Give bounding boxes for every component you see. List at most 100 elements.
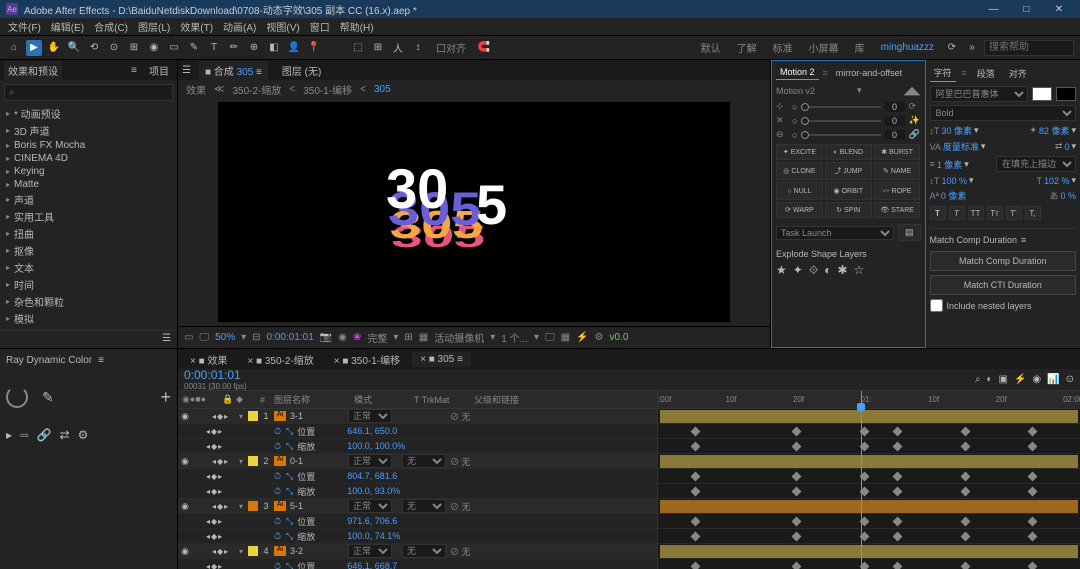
- property-value[interactable]: 646.1, 650.0: [343, 426, 397, 436]
- twirl-icon[interactable]: ▾: [236, 502, 246, 511]
- property-value[interactable]: 804.7, 681.6: [343, 471, 397, 481]
- crumb-2[interactable]: 350-1-编移: [299, 82, 356, 97]
- effects-search-input[interactable]: [4, 84, 173, 101]
- stroke-color-swatch[interactable]: [1056, 87, 1076, 101]
- add-kf[interactable]: ◆: [211, 562, 217, 569]
- zoom-tool[interactable]: 🔍: [66, 40, 82, 56]
- keyframe[interactable]: [690, 487, 700, 497]
- subscript-button[interactable]: T,: [1025, 206, 1041, 220]
- keyframe[interactable]: [1028, 562, 1038, 569]
- preset-item[interactable]: ▸扭曲: [0, 225, 177, 242]
- next-kf[interactable]: ▸: [224, 502, 228, 511]
- next-kf[interactable]: ▸: [218, 562, 222, 569]
- parent-link-icon[interactable]: ⊘ 无: [446, 500, 496, 513]
- keyframe[interactable]: [792, 427, 802, 437]
- match-cti-button[interactable]: Match CTI Duration: [930, 275, 1077, 295]
- keyframe[interactable]: [893, 427, 903, 437]
- prev-kf[interactable]: ◂: [206, 427, 210, 436]
- property-value[interactable]: 971.6, 706.6: [343, 516, 397, 526]
- next-kf[interactable]: ▸: [224, 457, 228, 466]
- keyframe-track[interactable]: [658, 469, 1080, 484]
- tab-paragraph[interactable]: 段落: [973, 65, 999, 82]
- motion-btn-clone[interactable]: ◎CLONE: [776, 162, 823, 180]
- camera-tool[interactable]: ⊞: [126, 40, 142, 56]
- superscript-button[interactable]: T': [1006, 206, 1022, 220]
- visibility-toggle[interactable]: ◉: [178, 546, 192, 557]
- tracking-value[interactable]: 0: [1064, 142, 1069, 152]
- ease-icon[interactable]: ⤡: [286, 486, 293, 497]
- tl-filter-icon[interactable]: ◐: [986, 374, 992, 385]
- twirl-icon[interactable]: ▾: [236, 547, 246, 556]
- prev-kf[interactable]: ◂: [212, 457, 216, 466]
- visibility-toggle[interactable]: ◉: [178, 501, 192, 512]
- match-comp-button[interactable]: Match Comp Duration: [930, 251, 1077, 271]
- layer-color[interactable]: [248, 456, 258, 466]
- stopwatch-icon[interactable]: ⏱: [274, 531, 286, 542]
- keyframe[interactable]: [893, 517, 903, 527]
- keyframe[interactable]: [690, 472, 700, 482]
- add-kf[interactable]: ◆: [217, 502, 223, 511]
- menu-layer[interactable]: 图层(L): [136, 19, 172, 34]
- blend-mode-select[interactable]: 正常: [348, 454, 392, 468]
- motion-btn-orbit[interactable]: ◉ORBIT: [825, 182, 872, 200]
- preset-item[interactable]: ▸Boris FX Mocha: [0, 139, 177, 152]
- motion-btn-jump[interactable]: ⤴JUMP: [825, 162, 872, 180]
- motion-btn-warp[interactable]: ⟳WARP: [776, 202, 823, 218]
- crumb-1[interactable]: 350-2-缩放: [228, 82, 285, 97]
- keyframe[interactable]: [690, 517, 700, 527]
- ease-icon[interactable]: ⤡: [286, 531, 293, 542]
- keyframe[interactable]: [960, 532, 970, 542]
- keyframe[interactable]: [1028, 442, 1038, 452]
- tab-motion2[interactable]: Motion 2: [776, 65, 819, 80]
- vc-color-icon[interactable]: ❀: [353, 332, 361, 343]
- ray-pencil-icon[interactable]: ✎: [42, 389, 54, 406]
- prev-kf[interactable]: ◂: [206, 532, 210, 541]
- stroke-width-value[interactable]: 1 像素: [937, 158, 963, 171]
- menu-anim[interactable]: 动画(A): [221, 19, 258, 34]
- layer-bar[interactable]: [660, 410, 1078, 423]
- tl-search-icon[interactable]: ⌕: [975, 374, 981, 385]
- keyframe[interactable]: [893, 442, 903, 452]
- next-kf[interactable]: ▸: [224, 547, 228, 556]
- vc-gear-icon[interactable]: ⚙: [595, 332, 604, 343]
- keyframe[interactable]: [893, 487, 903, 497]
- add-kf[interactable]: ◆: [217, 457, 223, 466]
- hscale-value[interactable]: 102 %: [1044, 176, 1070, 186]
- close-button[interactable]: ✕: [1044, 4, 1074, 15]
- tab-mirror-offset[interactable]: mirror-and-offset: [832, 66, 906, 80]
- keyframe[interactable]: [792, 487, 802, 497]
- explode-icon-6[interactable]: ☆: [854, 263, 865, 278]
- parent-link-icon[interactable]: ⊘ 无: [446, 410, 496, 423]
- align-icon[interactable]: ↕: [410, 40, 426, 56]
- keyframe[interactable]: [792, 442, 802, 452]
- minimize-button[interactable]: —: [978, 4, 1008, 15]
- keyframe[interactable]: [690, 562, 700, 569]
- explode-icon-2[interactable]: ✦: [793, 263, 803, 278]
- explode-icon-5[interactable]: ✱: [838, 263, 848, 278]
- preset-item[interactable]: ▸抠像: [0, 242, 177, 259]
- motion-btn-blend[interactable]: ◐BLEND: [825, 144, 872, 160]
- blend-mode-select[interactable]: 正常: [348, 409, 392, 423]
- motion-btn-name[interactable]: ✎NAME: [874, 162, 921, 180]
- trkmat-select[interactable]: 无: [402, 454, 446, 468]
- stopwatch-icon[interactable]: ⏱: [274, 486, 286, 497]
- vc-grid-icon[interactable]: ⊞: [404, 332, 412, 343]
- keyframe[interactable]: [1028, 472, 1038, 482]
- slider-1[interactable]: [801, 106, 880, 108]
- snap-label[interactable]: 口对齐: [430, 40, 472, 55]
- current-timecode[interactable]: 0:00:01:01: [184, 368, 247, 382]
- crumb-effects[interactable]: 效果: [182, 82, 210, 97]
- vc-full[interactable]: 完整: [367, 330, 387, 345]
- explode-icon-4[interactable]: ◐: [824, 263, 831, 278]
- motion-sub-label[interactable]: Motion v2: [776, 86, 815, 96]
- prev-kf[interactable]: ◂: [212, 502, 216, 511]
- local-axis-icon[interactable]: ⬚: [350, 40, 366, 56]
- keyframe[interactable]: [960, 487, 970, 497]
- orbit-tool[interactable]: ⟲: [86, 40, 102, 56]
- prev-kf[interactable]: ◂: [206, 562, 210, 569]
- property-value[interactable]: 100.0, 74.1%: [343, 531, 400, 541]
- font-family-select[interactable]: 阿里巴巴普惠体: [930, 86, 1029, 102]
- add-kf[interactable]: ◆: [211, 517, 217, 526]
- keyframe[interactable]: [1028, 532, 1038, 542]
- kerning-value[interactable]: 度量标准: [943, 140, 979, 153]
